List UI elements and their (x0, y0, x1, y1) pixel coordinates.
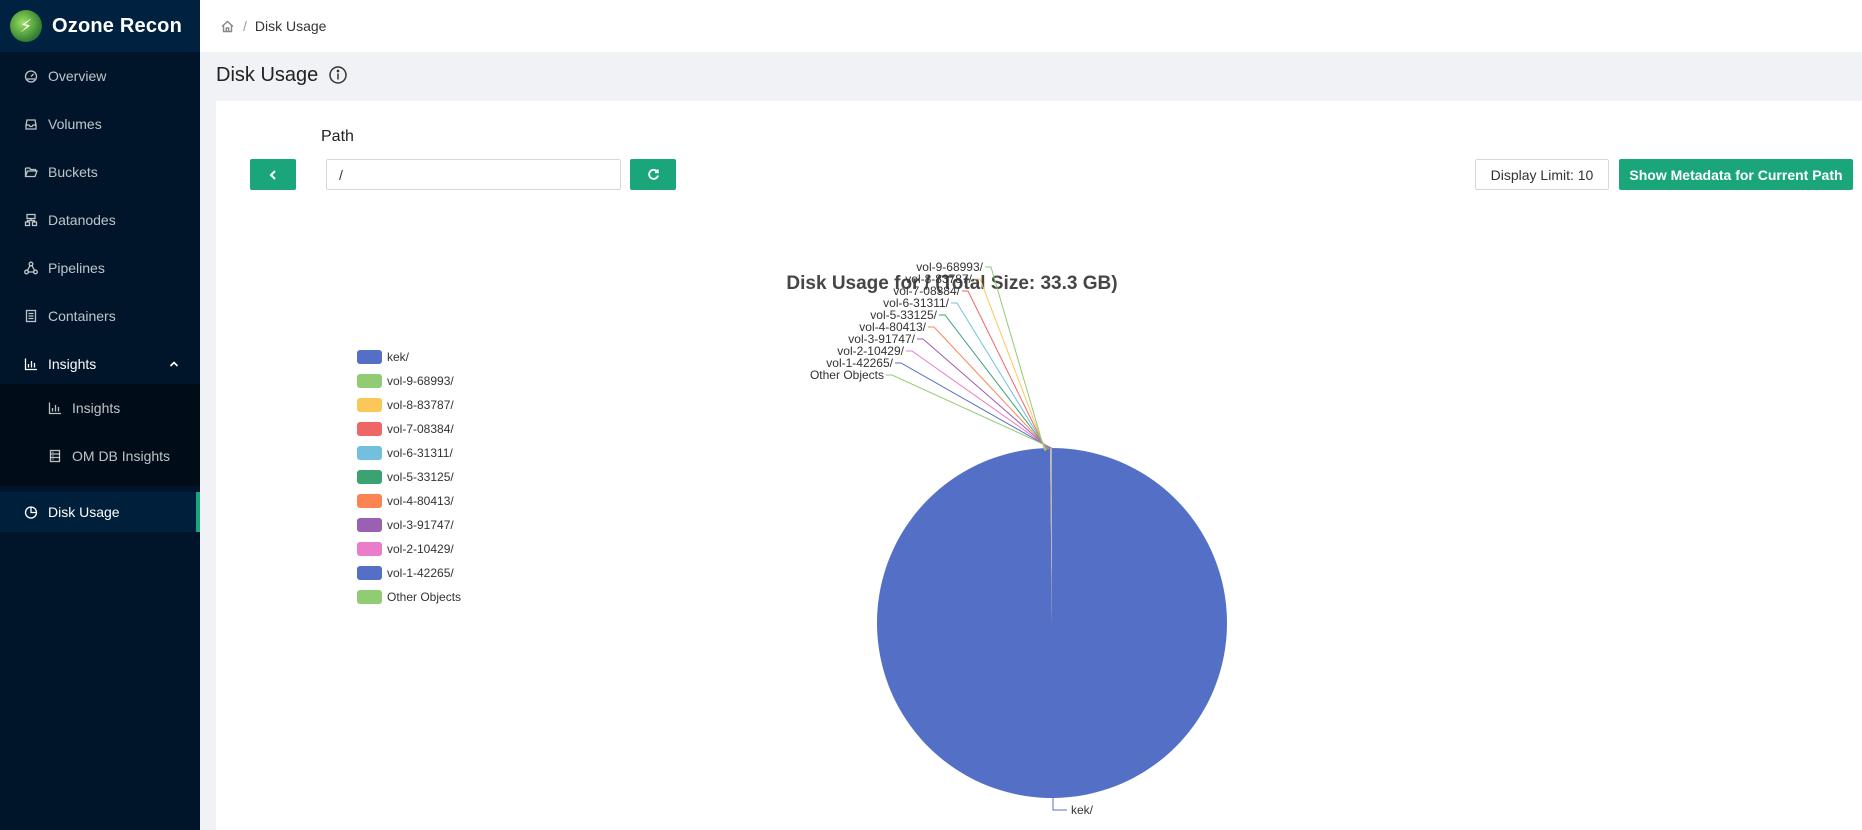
sidebar-item-overview[interactable]: Overview (0, 56, 200, 96)
pie-label: vol-1-42265/ (826, 356, 893, 370)
pie-label-line (939, 314, 1049, 450)
pie-label: vol-9-68993/ (916, 260, 983, 274)
sidebar-item-label: Insights (48, 356, 97, 372)
disk-usage-panel: Path Display Limit: 10 Show Metadata for… (216, 101, 1862, 830)
pie-label-line (1052, 797, 1067, 811)
sidebar-item-label: Volumes (48, 116, 102, 132)
folder-open-icon (24, 165, 38, 179)
pie-label: vol-5-33125/ (870, 308, 937, 322)
sidebar: ⚡ Ozone Recon Overview Volumes Buckets D… (0, 0, 200, 830)
sidebar-item-containers[interactable]: Containers (0, 296, 200, 336)
pie-label: Other Objects (810, 368, 884, 382)
database-icon (48, 449, 62, 463)
pie-label: vol-2-10429/ (837, 344, 904, 358)
pie-label: vol-6-31311/ (883, 296, 949, 310)
breadcrumb: / Disk Usage (200, 0, 1862, 52)
pie-label: vol-8-83787/ (905, 272, 972, 286)
inbox-icon (24, 117, 38, 131)
breadcrumb-current: Disk Usage (254, 18, 327, 34)
chevron-up-icon[interactable] (168, 357, 182, 371)
sidebar-item-datanodes[interactable]: Datanodes (0, 200, 200, 240)
sidebar-item-label: Buckets (48, 164, 98, 180)
sidebar-item-volumes[interactable]: Volumes (0, 104, 200, 144)
sidebar-item-label: Overview (48, 68, 107, 84)
sidebar-item-om-db-insights[interactable]: OM DB Insights (0, 436, 200, 476)
sidebar-item-disk-usage[interactable]: Disk Usage (0, 492, 200, 532)
pie-label: vol-7-08384/ (893, 284, 960, 298)
sidebar-item-label: OM DB Insights (72, 448, 171, 464)
pie-chart-icon (24, 505, 38, 519)
sidebar-item-buckets[interactable]: Buckets (0, 152, 200, 192)
breadcrumb-separator: / (243, 18, 247, 34)
sidebar-menu: Overview Volumes Buckets Datanodes Pipel… (0, 56, 200, 532)
sidebar-item-pipelines[interactable]: Pipelines (0, 248, 200, 288)
dashboard-icon (24, 69, 38, 83)
info-circle-icon[interactable] (328, 65, 348, 85)
pie-label-line (917, 338, 1050, 450)
home-icon[interactable] (220, 18, 235, 35)
disk-usage-pie-chart: kek/Other Objectsvol-1-42265/vol-2-10429… (810, 260, 1227, 817)
pie-label-line (906, 350, 1051, 450)
sidebar-item-label: Insights (72, 400, 121, 416)
page-title-bar: Disk Usage (216, 60, 348, 90)
container-icon (24, 309, 38, 323)
app-title: Ozone Recon (52, 14, 182, 37)
pie-label: kek/ (1071, 803, 1094, 817)
insights-submenu: Insights OM DB Insights (0, 384, 200, 486)
pie-label: vol-3-91747/ (848, 332, 915, 346)
sidebar-item-label: Pipelines (48, 260, 105, 276)
cluster-icon (24, 213, 38, 227)
pie-label: vol-4-80413/ (859, 320, 926, 334)
sidebar-item-label: Datanodes (48, 212, 116, 228)
sidebar-item-insights-group[interactable]: Insights (0, 344, 200, 384)
sidebar-item-label: Containers (48, 308, 116, 324)
sidebar-item-insights[interactable]: Insights (0, 388, 200, 428)
sidebar-item-label: Disk Usage (48, 504, 120, 520)
app-logo[interactable]: ⚡ Ozone Recon (0, 0, 200, 52)
bar-chart-icon (48, 401, 62, 415)
bar-chart-icon (24, 357, 38, 371)
deployment-unit-icon (24, 261, 38, 275)
page-title: Disk Usage (216, 63, 319, 86)
pie-label-line (895, 362, 1052, 449)
ozone-logo-icon: ⚡ (10, 10, 42, 42)
